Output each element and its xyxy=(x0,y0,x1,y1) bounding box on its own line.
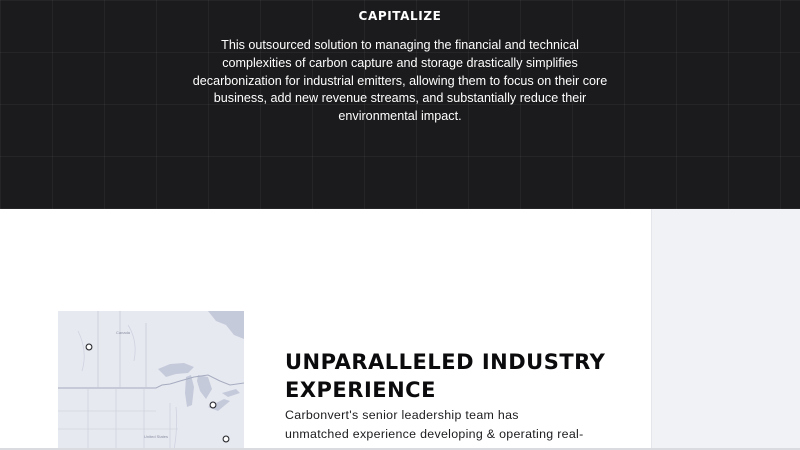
project-map: Canada United States xyxy=(58,311,244,450)
project-marker xyxy=(85,343,93,351)
project-marker xyxy=(209,401,217,409)
united-states-label: United States xyxy=(144,434,168,439)
experience-heading: UNPARALLELED INDUSTRY EXPERIENCE xyxy=(285,350,606,402)
experience-description: Carbonvert's senior leadership team has … xyxy=(285,408,584,450)
project-marker xyxy=(222,435,230,443)
capitalize-heading: CAPITALIZE xyxy=(358,9,442,23)
side-panel xyxy=(651,209,800,450)
capitalize-section: CAPITALIZE This outsourced solution to m… xyxy=(0,0,800,209)
north-america-map-graphic: Canada United States xyxy=(58,311,244,450)
capitalize-description: This outsourced solution to managing the… xyxy=(192,38,608,124)
canada-label: Canada xyxy=(116,330,131,335)
